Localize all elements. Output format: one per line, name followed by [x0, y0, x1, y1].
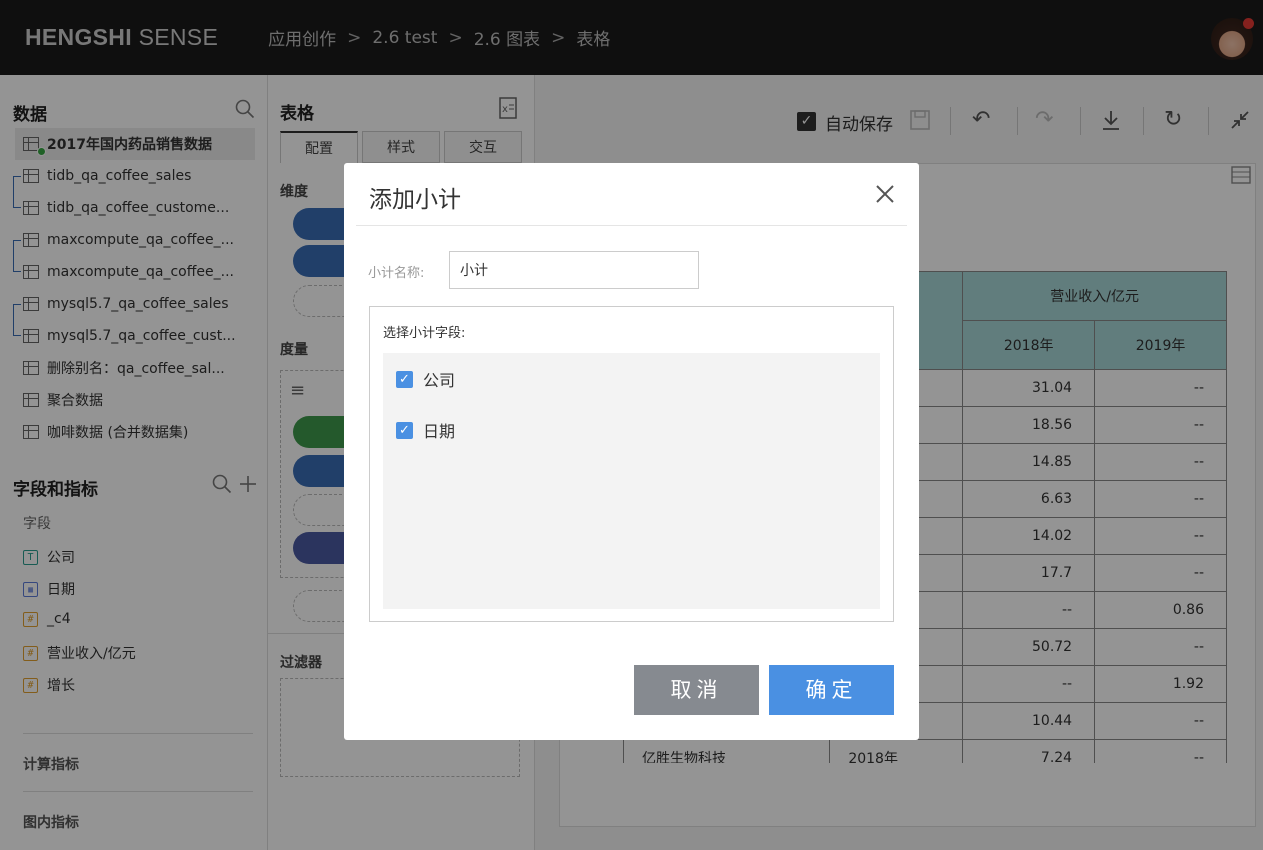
confirm-button[interactable]: 确定: [769, 665, 894, 715]
subtotal-field-label: 选择小计字段:: [383, 326, 466, 341]
add-subtotal-dialog: 添加小计 小计名称: 选择小计字段: ✓ 公司 ✓ 日期 取消 确定: [344, 163, 919, 740]
subtotal-name-label: 小计名称:: [368, 266, 425, 281]
close-icon[interactable]: [874, 183, 896, 205]
checkbox-checked[interactable]: ✓: [396, 421, 413, 439]
cancel-button[interactable]: 取消: [634, 665, 759, 715]
subtotal-field-box: 选择小计字段: ✓ 公司 ✓ 日期: [369, 306, 894, 622]
subtotal-option-date[interactable]: ✓ 日期: [396, 418, 455, 442]
checkbox-checked[interactable]: ✓: [396, 370, 413, 388]
subtotal-option-company[interactable]: ✓ 公司: [396, 367, 455, 391]
dialog-title: 添加小计: [369, 187, 461, 213]
subtotal-name-input[interactable]: [449, 251, 699, 289]
dialog-header-divider: [356, 225, 907, 226]
subtotal-field-list: ✓ 公司 ✓ 日期: [383, 353, 880, 609]
